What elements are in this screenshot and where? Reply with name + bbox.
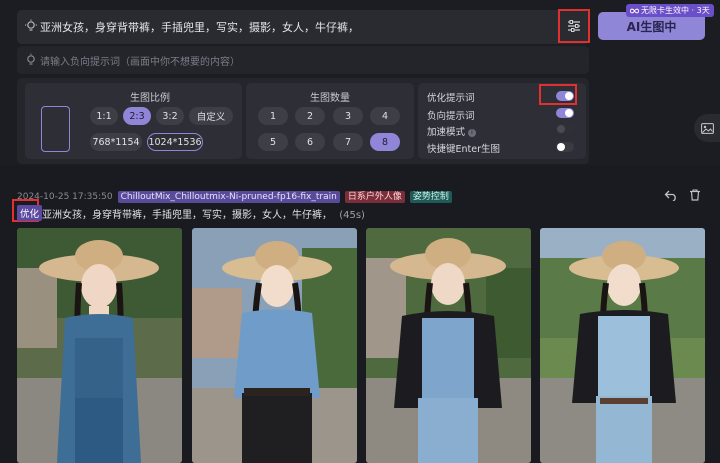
- generated-image-2[interactable]: [192, 228, 357, 463]
- count-option-3[interactable]: 3: [333, 107, 363, 125]
- optimize-prompt-label: 优化提示词: [427, 93, 475, 104]
- model-tag: ChilloutMix_Chilloutmix-Ni-pruned-fp16-f…: [117, 191, 340, 203]
- enter-shortcut-toggle[interactable]: [556, 142, 574, 152]
- ratio-option-3-2[interactable]: 3:2: [156, 107, 184, 125]
- accelerate-toggle[interactable]: [556, 124, 574, 134]
- subscription-badge: 无限卡生效中 · 3天: [626, 4, 714, 17]
- trash-icon[interactable]: [689, 189, 701, 201]
- count-option-5[interactable]: 5: [258, 133, 288, 151]
- ratio-option-2-3[interactable]: 2:3: [123, 107, 151, 125]
- image-icon: [700, 122, 714, 134]
- generated-image-4[interactable]: [540, 228, 705, 463]
- info-icon[interactable]: i: [468, 129, 477, 137]
- negative-prompt-label: 负向提示词: [427, 111, 475, 122]
- lightbulb-icon: [27, 53, 35, 65]
- count-title: 生图数量: [310, 93, 350, 104]
- ratio-option-custom[interactable]: 自定义: [189, 107, 233, 125]
- count-option-8[interactable]: 8: [370, 133, 400, 151]
- enter-shortcut-label: 快捷键Enter生图: [427, 144, 500, 155]
- negative-prompt-toggle[interactable]: [556, 108, 574, 118]
- optimized-badge: 优化: [17, 205, 43, 221]
- lightbulb-icon: [25, 19, 37, 31]
- undo-icon[interactable]: [664, 189, 678, 201]
- settings-toggle-button[interactable]: [558, 9, 590, 43]
- gallery-side-tab[interactable]: [694, 114, 720, 142]
- accelerate-label: 加速模式 i: [427, 124, 477, 138]
- result-prompt: 亚洲女孩，身穿背带裤，手插兜里，写实，摄影，女人，牛仔裤， (45s): [42, 206, 365, 221]
- result-prompt-text: 亚洲女孩，身穿背带裤，手插兜里，写实，摄影，女人，牛仔裤，: [42, 210, 332, 221]
- style-tag: 日系户外人像: [344, 191, 405, 203]
- pose-tag: 姿势控制: [409, 191, 452, 203]
- count-option-7[interactable]: 7: [333, 133, 363, 151]
- highlight-box: [539, 84, 577, 105]
- accelerate-label-text: 加速模式: [427, 127, 466, 138]
- count-option-4[interactable]: 4: [370, 107, 400, 125]
- generated-image-3[interactable]: [366, 228, 531, 463]
- negative-prompt-placeholder[interactable]: 请输入负向提示词（画面中你不想要的内容）: [40, 53, 240, 68]
- size-option-768[interactable]: 768*1154: [90, 133, 142, 151]
- result-meta: 2024-10-25 17:35:50 ChilloutMix_Chillout…: [17, 191, 452, 203]
- ratio-option-1-1[interactable]: 1:1: [90, 107, 118, 125]
- generated-image-1[interactable]: [17, 228, 182, 463]
- prompt-text[interactable]: 亚洲女孩，身穿背带裤，手插兜里，写实，摄影，女人，牛仔裤，: [40, 19, 359, 35]
- infinity-icon: [630, 8, 639, 13]
- count-option-1[interactable]: 1: [258, 107, 288, 125]
- subscription-badge-text: 无限卡生效中 · 3天: [641, 6, 710, 15]
- ratio-title: 生图比例: [130, 93, 170, 104]
- count-option-6[interactable]: 6: [295, 133, 325, 151]
- settings-sliders-icon: [568, 20, 580, 32]
- result-duration: (45s): [339, 210, 365, 221]
- size-option-1024[interactable]: 1024*1536: [147, 133, 203, 151]
- ratio-preview: [41, 106, 70, 152]
- count-option-2[interactable]: 2: [295, 107, 325, 125]
